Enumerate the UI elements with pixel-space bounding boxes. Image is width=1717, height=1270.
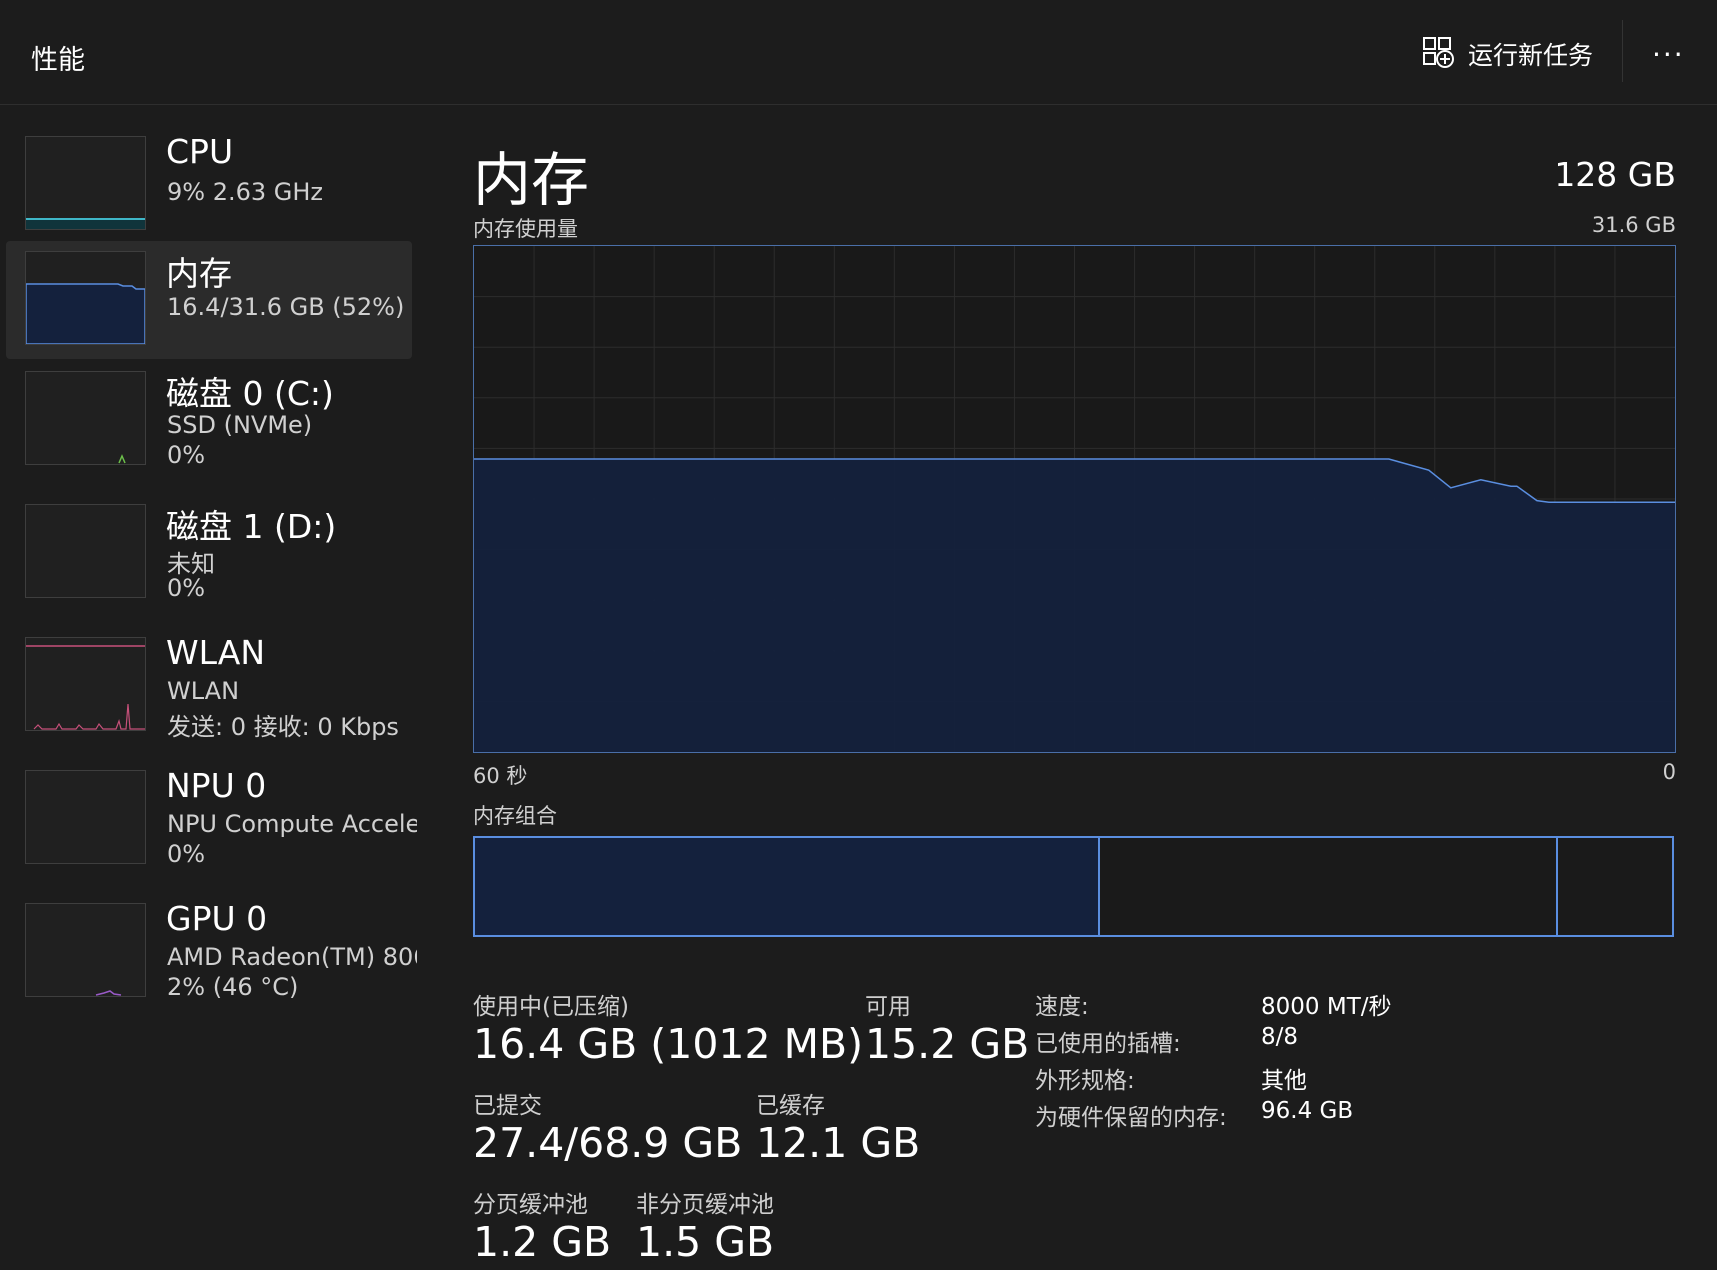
run-task-icon	[1422, 36, 1454, 72]
sidebar-item-detail: SSD (NVMe)	[167, 411, 313, 439]
memory-total: 128 GB	[1554, 155, 1676, 194]
committed-label: 已提交	[473, 1093, 542, 1119]
sidebar: CPU 9% 2.63 GHz 内存 16.4/31.6 GB (52%) 磁盘…	[0, 105, 420, 1270]
sidebar-item-label: 磁盘 1 (D:)	[166, 507, 337, 546]
sidebar-item-detail: 9% 2.63 GHz	[167, 178, 324, 206]
composition-label: 内存组合	[473, 804, 557, 828]
usage-chart-max: 31.6 GB	[1591, 213, 1676, 237]
slots-value: 8/8	[1261, 1024, 1299, 1050]
memory-composition-bar	[473, 836, 1674, 937]
disk-1-thumbnail-graph	[25, 504, 146, 598]
page-title: 性能	[31, 45, 85, 76]
sidebar-item-detail: 16.4/31.6 GB (52%)	[167, 293, 405, 321]
cached-label: 已缓存	[756, 1093, 825, 1119]
composition-segment-free	[1558, 838, 1672, 935]
npu-thumbnail-graph	[25, 770, 146, 864]
speed-label: 速度:	[1035, 994, 1089, 1020]
form-factor-label: 外形规格:	[1035, 1068, 1135, 1094]
gpu-thumbnail-graph	[25, 903, 146, 997]
usage-chart-label: 内存使用量	[473, 217, 578, 241]
sidebar-item-usage: 0%	[167, 840, 206, 868]
hardware-reserved-label: 为硬件保留的内存:	[1035, 1105, 1227, 1131]
sidebar-item-label: GPU 0	[166, 899, 268, 938]
sidebar-item-usage: 0%	[167, 574, 206, 602]
sidebar-item-label: 内存	[166, 254, 232, 293]
speed-value: 8000 MT/秒	[1261, 994, 1392, 1020]
composition-segment-in-use	[475, 838, 1100, 935]
hardware-reserved-value: 96.4 GB	[1261, 1098, 1354, 1124]
memory-usage-chart	[473, 245, 1676, 753]
nonpaged-pool-label: 非分页缓冲池	[636, 1192, 774, 1218]
composition-segment-standby	[1099, 838, 1559, 935]
form-factor-value: 其他	[1261, 1068, 1307, 1094]
sidebar-item-throughput: 发送: 0 接收: 0 Kbps	[167, 713, 399, 741]
sidebar-item-label: 磁盘 0 (C:)	[166, 374, 334, 413]
memory-title: 内存	[473, 146, 590, 214]
sidebar-item-wlan[interactable]: WLAN WLAN 发送: 0 接收: 0 Kbps	[6, 627, 412, 745]
sidebar-item-detail: WLAN	[167, 677, 240, 705]
nonpaged-pool-value: 1.5 GB	[636, 1218, 775, 1266]
run-new-task-button[interactable]: 运行新任务	[1422, 34, 1593, 74]
disk-0-thumbnail-graph	[25, 371, 146, 465]
chart-time-left: 60 秒	[473, 764, 528, 788]
sidebar-item-disk-0[interactable]: 磁盘 0 (C:) SSD (NVMe) 0%	[6, 361, 412, 479]
sidebar-item-gpu-0[interactable]: GPU 0 AMD Radeon(TM) 8060S 2% (46 °C)	[6, 893, 417, 1011]
memory-usage-chart-svg	[474, 246, 1675, 752]
run-task-label: 运行新任务	[1468, 41, 1594, 70]
sidebar-item-usage: 2% (46 °C)	[167, 973, 299, 1001]
committed-value: 27.4/68.9 GB	[473, 1119, 743, 1167]
memory-usage-area	[474, 459, 1675, 752]
memory-thumbnail-graph	[25, 251, 146, 345]
wlan-thumbnail-graph	[25, 637, 146, 731]
in-use-value: 16.4 GB (1012 MB)	[473, 1020, 864, 1068]
slots-label: 已使用的插槽:	[1035, 1031, 1181, 1057]
sidebar-item-label: CPU	[166, 132, 234, 171]
cached-value: 12.1 GB	[756, 1119, 921, 1167]
sidebar-item-detail: AMD Radeon(TM) 8060S	[167, 943, 417, 971]
sidebar-item-detail: NPU Compute Accelerator	[167, 810, 417, 838]
title-bar: 性能 运行新任务 ···	[0, 0, 1717, 105]
sidebar-item-npu-0[interactable]: NPU 0 NPU Compute Accelerator 0%	[6, 760, 417, 878]
sidebar-item-label: WLAN	[166, 633, 266, 672]
sidebar-item-memory[interactable]: 内存 16.4/31.6 GB (52%)	[6, 241, 412, 359]
cpu-thumbnail-graph	[25, 136, 146, 230]
paged-pool-value: 1.2 GB	[473, 1218, 612, 1266]
sidebar-item-usage: 0%	[167, 441, 206, 469]
sidebar-item-disk-1[interactable]: 磁盘 1 (D:) 未知 0%	[6, 494, 412, 612]
in-use-label: 使用中(已压缩)	[473, 994, 629, 1020]
chart-time-right: 0	[1662, 760, 1676, 784]
paged-pool-label: 分页缓冲池	[473, 1192, 588, 1218]
available-value: 15.2 GB	[865, 1020, 1030, 1068]
sidebar-item-label: NPU 0	[166, 766, 267, 805]
header-divider	[1622, 20, 1623, 82]
available-label: 可用	[865, 994, 911, 1020]
more-options-icon[interactable]: ···	[1652, 38, 1685, 71]
sidebar-item-cpu[interactable]: CPU 9% 2.63 GHz	[6, 126, 412, 244]
